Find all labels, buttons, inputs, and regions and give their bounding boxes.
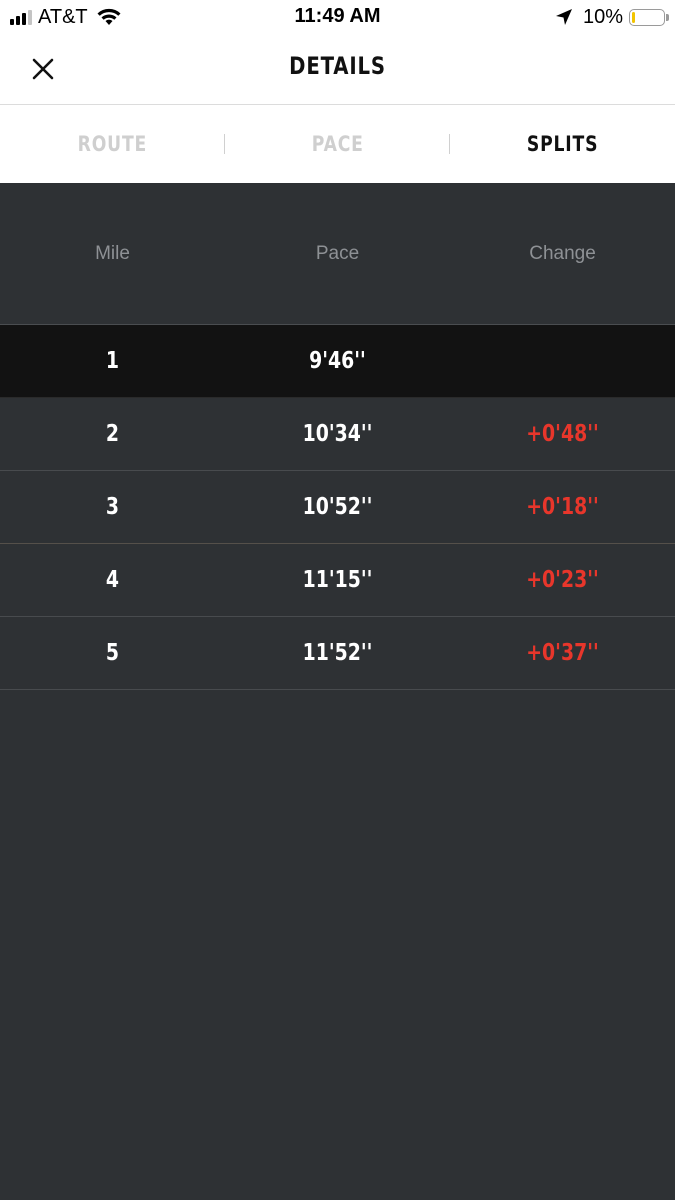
pace-cell: 9'46'' bbox=[309, 348, 366, 374]
splits-table-header: Mile Pace Change bbox=[0, 183, 675, 325]
status-right: 10% bbox=[555, 4, 669, 30]
column-header-pace: Pace bbox=[315, 242, 360, 264]
battery-tip bbox=[666, 13, 669, 21]
pace-cell: 10'52'' bbox=[302, 494, 373, 520]
tab-route-label: ROUTE bbox=[77, 132, 148, 156]
column-header-change: Change bbox=[529, 242, 596, 264]
battery-percent: 10% bbox=[582, 5, 623, 28]
mile-cell: 2 bbox=[105, 421, 120, 447]
tab-splits-label: SPLITS bbox=[526, 132, 599, 156]
pace-cell: 11'15'' bbox=[302, 567, 373, 593]
nav-header: DETAILS bbox=[0, 36, 675, 105]
splits-table-body: 1 9'46'' 2 10'34'' +0'48'' 3 10'52'' +0'… bbox=[0, 325, 675, 690]
table-row: 2 10'34'' +0'48'' bbox=[0, 398, 675, 471]
close-icon bbox=[32, 58, 54, 80]
change-cell: +0'48'' bbox=[526, 421, 599, 447]
change-cell bbox=[470, 325, 655, 397]
tab-splits[interactable]: SPLITS bbox=[450, 105, 675, 183]
close-button[interactable] bbox=[22, 48, 64, 90]
tab-route[interactable]: ROUTE bbox=[0, 105, 225, 183]
battery-icon bbox=[629, 8, 669, 26]
tab-bar: ROUTE PACE SPLITS bbox=[0, 105, 675, 183]
pace-cell: 10'34'' bbox=[302, 421, 373, 447]
mile-cell: 5 bbox=[105, 640, 120, 666]
table-row: 4 11'15'' +0'23'' bbox=[0, 544, 675, 617]
status-bar: AT&T 11:49 AM 10% bbox=[0, 0, 675, 36]
change-cell: +0'18'' bbox=[526, 494, 599, 520]
location-arrow-icon bbox=[555, 9, 572, 25]
change-cell: +0'23'' bbox=[526, 567, 599, 593]
battery-fill bbox=[632, 11, 635, 23]
column-header-mile: Mile bbox=[95, 242, 130, 264]
table-row: 1 9'46'' bbox=[0, 325, 675, 398]
mile-cell: 4 bbox=[105, 567, 120, 593]
mile-cell: 1 bbox=[105, 348, 120, 374]
table-row: 5 11'52'' +0'37'' bbox=[0, 617, 675, 690]
tab-pace-label: PACE bbox=[311, 132, 364, 156]
change-cell: +0'37'' bbox=[526, 640, 599, 666]
page-title: DETAILS bbox=[289, 52, 386, 80]
table-row: 3 10'52'' +0'18'' bbox=[0, 471, 675, 544]
mile-cell: 3 bbox=[105, 494, 120, 520]
tab-pace[interactable]: PACE bbox=[225, 105, 450, 183]
pace-cell: 11'52'' bbox=[302, 640, 373, 666]
